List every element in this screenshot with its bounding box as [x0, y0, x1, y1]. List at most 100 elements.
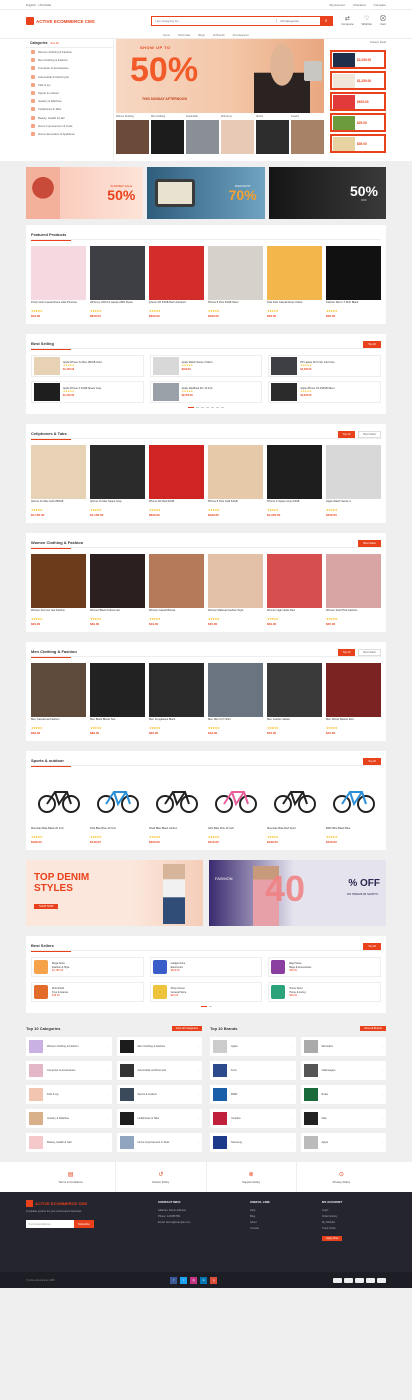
product-card[interactable]: Men Sunglasses Black ★★★★★ $29.00 [149, 663, 204, 735]
category-item[interactable]: Sports & outdoor › [116, 1085, 202, 1105]
language-currency[interactable]: English · US Dollar [26, 3, 51, 7]
product-card[interactable]: Women Casual Blouse ★★★★★ $19.00 [149, 554, 204, 626]
product-card[interactable]: iphone XR 64GB Red Unlocked ★★★★★ $629.00 [149, 246, 204, 318]
category-item[interactable]: Home decoration & Appliance [26, 130, 113, 138]
category-item[interactable]: Men Clothing & Fashion [26, 56, 113, 64]
category-item[interactable]: Cellphones & Tabs › [116, 1109, 202, 1129]
category-item[interactable]: Women Clothing & Fashion [26, 48, 113, 56]
denim-banner[interactable]: TOP DENIM STYLES SHOP NOW [26, 860, 203, 927]
best-selling-item[interactable]: HP Laptop 15.6 Inch Intel Core ★★★★★ $1,25… [268, 355, 381, 377]
product-card[interactable]: HP Envy x360 13 Laptop AMD Ryzen ★★★★★ $84… [90, 246, 145, 318]
product-name[interactable]: Women Scarf Pink Fashion [326, 609, 381, 616]
deal-item[interactable]: $629.00 [330, 92, 386, 111]
apply-seller-button[interactable]: Apply Now [322, 1236, 343, 1242]
cart-button[interactable]: ⛒ Cart [380, 16, 386, 26]
product-name[interactable]: Women Summer Hat Fashion [31, 609, 86, 616]
brand-item[interactable]: Nike › [300, 1109, 386, 1129]
nav-blogs[interactable]: Blogs [198, 34, 205, 37]
product-name[interactable]: Pretty Girls Casual Dress Little Princes… [31, 301, 86, 308]
search-button[interactable]: ⌕ [320, 16, 333, 26]
carousel-dots[interactable] [31, 407, 381, 409]
slider-banner[interactable]: SHOW UP TO 50% THIS SUNDAY AFTERNOON [116, 39, 324, 113]
category-thumbnail[interactable]: Men Clothing [151, 115, 184, 154]
product-card[interactable]: iPhone XR Red 64GB ★★★★★ $629.00 [149, 445, 204, 517]
shop-now-button[interactable]: SHOP NOW [34, 904, 59, 910]
instagram-icon[interactable]: ◎ [190, 1276, 198, 1284]
shirts-banner[interactable]: FASHION 40 % OFF ON PREMIUM SHIRTS [209, 860, 386, 927]
seller-item[interactable]: Mega Store Fashion & Style $1,150.00 [31, 957, 144, 978]
product-name[interactable]: Men Slim Fit T-Shirt [208, 718, 263, 725]
brand-item[interactable]: Apple › [300, 1133, 386, 1153]
footer-link[interactable]: Blog [250, 1215, 310, 1218]
product-name[interactable]: Iphone Xs Max Space Gray [90, 500, 145, 507]
product-card[interactable]: iPhone 8 Plus 64GB Silver ★★★★★ $499.00 [208, 246, 263, 318]
seller-item[interactable]: Bag House Bags & Accessories $39.00 [268, 957, 381, 978]
product-name[interactable]: Men Sunglasses Black [149, 718, 204, 725]
product-name[interactable]: BMX Bike Black Blue [326, 827, 381, 834]
product-card[interactable]: Apple Watch Series 4 ★★★★★ $429.00 [326, 445, 381, 517]
category-see-all[interactable]: See All [51, 42, 59, 45]
tab-top-20[interactable]: Top 20 [363, 757, 381, 765]
product-name[interactable]: Men Casual Hat Fashion [31, 718, 86, 725]
compare-button[interactable]: ⇄ Compare [341, 16, 353, 26]
product-card[interactable]: Kids Girls Casual Dress Yellow ★★★★★ $29.0… [267, 246, 322, 318]
category-item[interactable]: Jewelry & Watches › [26, 1109, 112, 1129]
product-card[interactable]: Men Casual Hat Fashion ★★★★★ $39.00 [31, 663, 86, 735]
product-card[interactable]: Women High Heels Red ★★★★★ $29.00 [267, 554, 322, 626]
tab-top-20[interactable]: Top 20 [337, 430, 356, 438]
tab-top-20[interactable]: Top 20 [363, 942, 381, 950]
tab-best-seller[interactable]: Best Seller [358, 430, 381, 438]
footer-logo[interactable]: ACTIVE ECOMMERCE CMS [26, 1200, 146, 1208]
wishlist-button[interactable]: ♡ Wishlist [362, 16, 372, 26]
category-item[interactable]: Beauty, Health & Hair [26, 114, 113, 122]
facebook-icon[interactable]: f [170, 1276, 178, 1284]
footer-link[interactable]: Contact [250, 1227, 310, 1230]
nav-home[interactable]: Home [163, 34, 170, 37]
deal-item[interactable]: $2,250.00 [330, 50, 386, 69]
category-item[interactable]: Automobile & Motorcycle [26, 73, 113, 81]
footer-link[interactable]: Help [250, 1209, 310, 1212]
footer-link[interactable]: Order History [322, 1215, 342, 1218]
category-item[interactable]: Kids & toy › [26, 1085, 112, 1105]
product-card[interactable]: Men Black Blazer Suit ★★★★★ $89.00 [90, 663, 145, 735]
brand-item[interactable]: Apple › [210, 1037, 296, 1057]
product-card[interactable]: BMX Bike Black Blue ★★★★★ $159.00 [326, 772, 381, 844]
category-item[interactable]: Jewelry & Watches [26, 97, 113, 105]
view-all-brands-button[interactable]: View All Brands [360, 1025, 386, 1031]
best-selling-item[interactable]: Apple iPhone X 64GB Space Gray ★★★★★ $1,15… [31, 381, 144, 403]
footer-link[interactable]: About [250, 1221, 310, 1224]
privacy-policy-link[interactable]: ⊙ Privacy Policy [297, 1162, 386, 1192]
product-card[interactable]: Men Leather Jacket ★★★★★ $79.00 [267, 663, 322, 735]
best-selling-item[interactable]: Apple MacBook Pro 13 Inch ★★★★★ $2,250.00 [149, 381, 263, 403]
tab-best-seller[interactable]: Best Seller [358, 539, 381, 547]
category-thumbnail[interactable]: Automobile [186, 115, 219, 154]
product-name[interactable]: Mountain Bike Black 26 Inch [31, 827, 86, 834]
seller-item[interactable]: Shop Corner General Store $29.00 [149, 982, 263, 1003]
product-card[interactable]: Girls Bike Pink 16 Inch ★★★★★ $119.00 [208, 772, 263, 844]
brand-item[interactable]: Rolex › [300, 1085, 386, 1105]
carousel-dots[interactable] [31, 1006, 381, 1008]
linkedin-icon[interactable]: in [200, 1276, 208, 1284]
best-selling-item[interactable]: Apple iPhone XS 256GB Silver ★★★★★ $1,020.… [268, 381, 381, 403]
deal-item[interactable]: $29.00 [330, 113, 386, 132]
brand-item[interactable]: Mercedes › [300, 1037, 386, 1057]
product-card[interactable]: Fashion Men's T-Shirt Black ★★★★★ $39.00 [326, 246, 381, 318]
category-item[interactable]: Beauty, Health & Hair › [26, 1133, 112, 1153]
brand-item[interactable]: Ford › [210, 1061, 296, 1081]
product-name[interactable]: Men Winter Beanie Red [326, 718, 381, 725]
search-category-select[interactable]: All Categories [276, 19, 320, 23]
google-plus-icon[interactable]: g [210, 1276, 218, 1284]
category-item[interactable]: Sports & outdoor [26, 89, 113, 97]
nav-flash-sale[interactable]: Flash Sale [178, 34, 190, 37]
deal-item[interactable]: $1,250.00 [330, 71, 386, 90]
product-name[interactable]: Girls Bike Pink 16 Inch [208, 827, 263, 834]
nav-categories[interactable]: All Categories [233, 34, 249, 37]
site-logo[interactable]: ACTIVE ECOMMERCE CMS [26, 17, 115, 25]
brand-item[interactable]: Yamaha › [210, 1109, 296, 1129]
category-thumbnail[interactable]: Kids & toy [221, 115, 254, 154]
tab-top-20[interactable]: Top 20 [363, 340, 381, 348]
product-name[interactable]: iPhone XR Red 64GB [149, 500, 204, 507]
product-card[interactable]: Road Bike Black Carbon ★★★★★ $229.00 [149, 772, 204, 844]
brand-item[interactable]: Samsung › [210, 1133, 296, 1153]
product-card[interactable]: Iphone Xs Max Gold 256GB ★★★★★ $1,150.00 [31, 445, 86, 517]
